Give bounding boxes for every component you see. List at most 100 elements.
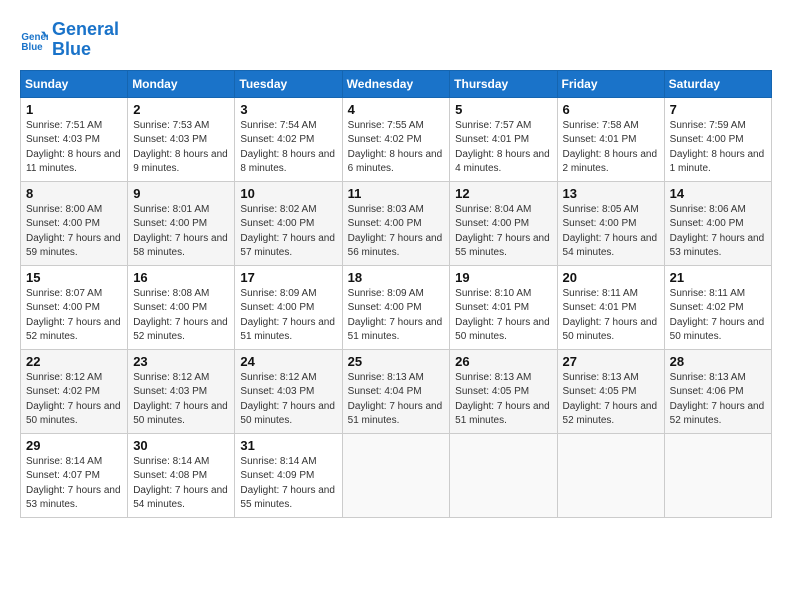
calendar-week-row: 8 Sunrise: 8:00 AMSunset: 4:00 PMDaylight… — [21, 181, 772, 265]
day-detail: Sunrise: 8:09 AMSunset: 4:00 PMDaylight:… — [240, 287, 336, 345]
day-detail: Sunrise: 8:13 AMSunset: 4:05 PMDaylight:… — [563, 371, 659, 429]
calendar-cell: 18Sunrise: 8:09 AMSunset: 4:00 PMDayligh… — [342, 265, 450, 349]
calendar-cell: 17 Sunrise: 8:09 AMSunset: 4:00 PMDayligh… — [235, 265, 342, 349]
day-number: 10 — [240, 186, 336, 201]
day-number: 5 — [455, 102, 551, 117]
calendar-cell — [450, 433, 557, 517]
day-number: 17 — [240, 270, 336, 285]
calendar-cell: 8 Sunrise: 8:00 AMSunset: 4:00 PMDaylight… — [21, 181, 128, 265]
calendar-cell: 1 Sunrise: 7:51 AMSunset: 4:03 PMDaylight… — [21, 97, 128, 181]
calendar-cell: 31Sunrise: 8:14 AMSunset: 4:09 PMDayligh… — [235, 433, 342, 517]
day-number: 29 — [26, 438, 122, 453]
day-number: 1 — [26, 102, 122, 117]
day-number: 12 — [455, 186, 551, 201]
calendar-table: SundayMondayTuesdayWednesdayThursdayFrid… — [20, 70, 772, 518]
day-detail: Sunrise: 8:11 AMSunset: 4:02 PMDaylight:… — [670, 287, 766, 345]
day-number: 22 — [26, 354, 122, 369]
calendar-cell: 25 Sunrise: 8:13 AMSunset: 4:04 PMDayligh… — [342, 349, 450, 433]
day-header-friday: Friday — [557, 70, 664, 97]
page-header: General Blue General Blue — [20, 20, 772, 60]
day-detail: Sunrise: 7:58 AMSunset: 4:01 PMDaylight:… — [563, 119, 659, 177]
calendar-cell: 10 Sunrise: 8:02 AMSunset: 4:00 PMDayligh… — [235, 181, 342, 265]
calendar-cell: 9Sunrise: 8:01 AMSunset: 4:00 PMDaylight… — [128, 181, 235, 265]
day-detail: Sunrise: 8:07 AMSunset: 4:00 PMDaylight:… — [26, 287, 122, 345]
day-number: 9 — [133, 186, 229, 201]
calendar-cell: 4Sunrise: 7:55 AMSunset: 4:02 PMDaylight… — [342, 97, 450, 181]
calendar-cell: 14 Sunrise: 8:06 AMSunset: 4:00 PMDayligh… — [664, 181, 771, 265]
day-number: 26 — [455, 354, 551, 369]
day-detail: Sunrise: 8:13 AMSunset: 4:06 PMDaylight:… — [670, 371, 766, 429]
day-detail: Sunrise: 8:12 AMSunset: 4:02 PMDaylight:… — [26, 371, 122, 429]
day-number: 14 — [670, 186, 766, 201]
calendar-cell — [342, 433, 450, 517]
day-detail: Sunrise: 8:11 AMSunset: 4:01 PMDaylight:… — [563, 287, 659, 345]
day-detail: Sunrise: 8:06 AMSunset: 4:00 PMDaylight:… — [670, 203, 766, 261]
calendar-cell: 27 Sunrise: 8:13 AMSunset: 4:05 PMDayligh… — [557, 349, 664, 433]
day-number: 20 — [563, 270, 659, 285]
day-detail: Sunrise: 8:05 AMSunset: 4:00 PMDaylight:… — [563, 203, 659, 261]
calendar-cell: 7 Sunrise: 7:59 AMSunset: 4:00 PMDaylight… — [664, 97, 771, 181]
day-detail: Sunrise: 8:08 AMSunset: 4:00 PMDaylight:… — [133, 287, 229, 345]
calendar-cell: 19Sunrise: 8:10 AMSunset: 4:01 PMDayligh… — [450, 265, 557, 349]
calendar-cell — [557, 433, 664, 517]
svg-text:Blue: Blue — [21, 42, 43, 53]
day-detail: Sunrise: 7:59 AMSunset: 4:00 PMDaylight:… — [670, 119, 766, 177]
day-detail: Sunrise: 8:09 AMSunset: 4:00 PMDaylight:… — [348, 287, 445, 345]
calendar-week-row: 29Sunrise: 8:14 AMSunset: 4:07 PMDayligh… — [21, 433, 772, 517]
calendar-cell: 12 Sunrise: 8:04 AMSunset: 4:00 PMDayligh… — [450, 181, 557, 265]
calendar-header-row: SundayMondayTuesdayWednesdayThursdayFrid… — [21, 70, 772, 97]
day-detail: Sunrise: 8:04 AMSunset: 4:00 PMDaylight:… — [455, 203, 551, 261]
day-header-wednesday: Wednesday — [342, 70, 450, 97]
calendar-cell: 16Sunrise: 8:08 AMSunset: 4:00 PMDayligh… — [128, 265, 235, 349]
day-number: 8 — [26, 186, 122, 201]
calendar-cell: 28Sunrise: 8:13 AMSunset: 4:06 PMDayligh… — [664, 349, 771, 433]
day-number: 6 — [563, 102, 659, 117]
calendar-cell — [664, 433, 771, 517]
calendar-cell: 5Sunrise: 7:57 AMSunset: 4:01 PMDaylight… — [450, 97, 557, 181]
day-detail: Sunrise: 8:03 AMSunset: 4:00 PMDaylight:… — [348, 203, 445, 261]
calendar-cell: 6 Sunrise: 7:58 AMSunset: 4:01 PMDaylight… — [557, 97, 664, 181]
day-detail: Sunrise: 8:13 AMSunset: 4:05 PMDaylight:… — [455, 371, 551, 429]
day-header-tuesday: Tuesday — [235, 70, 342, 97]
calendar-cell: 3 Sunrise: 7:54 AMSunset: 4:02 PMDaylight… — [235, 97, 342, 181]
calendar-cell: 21 Sunrise: 8:11 AMSunset: 4:02 PMDayligh… — [664, 265, 771, 349]
day-number: 27 — [563, 354, 659, 369]
day-number: 31 — [240, 438, 336, 453]
day-header-thursday: Thursday — [450, 70, 557, 97]
calendar-cell: 29Sunrise: 8:14 AMSunset: 4:07 PMDayligh… — [21, 433, 128, 517]
logo-text: General Blue — [52, 20, 119, 60]
calendar-cell: 13 Sunrise: 8:05 AMSunset: 4:00 PMDayligh… — [557, 181, 664, 265]
day-detail: Sunrise: 8:00 AMSunset: 4:00 PMDaylight:… — [26, 203, 122, 261]
day-detail: Sunrise: 8:12 AMSunset: 4:03 PMDaylight:… — [133, 371, 229, 429]
day-number: 4 — [348, 102, 445, 117]
logo-icon: General Blue — [20, 26, 48, 54]
day-number: 3 — [240, 102, 336, 117]
calendar-cell: 22 Sunrise: 8:12 AMSunset: 4:02 PMDayligh… — [21, 349, 128, 433]
day-number: 23 — [133, 354, 229, 369]
calendar-week-row: 1 Sunrise: 7:51 AMSunset: 4:03 PMDaylight… — [21, 97, 772, 181]
day-detail: Sunrise: 7:54 AMSunset: 4:02 PMDaylight:… — [240, 119, 336, 177]
calendar-cell: 15 Sunrise: 8:07 AMSunset: 4:00 PMDayligh… — [21, 265, 128, 349]
day-detail: Sunrise: 7:51 AMSunset: 4:03 PMDaylight:… — [26, 119, 122, 177]
day-number: 15 — [26, 270, 122, 285]
calendar-cell: 26 Sunrise: 8:13 AMSunset: 4:05 PMDayligh… — [450, 349, 557, 433]
day-number: 24 — [240, 354, 336, 369]
day-header-monday: Monday — [128, 70, 235, 97]
day-header-sunday: Sunday — [21, 70, 128, 97]
day-number: 13 — [563, 186, 659, 201]
calendar-cell: 23 Sunrise: 8:12 AMSunset: 4:03 PMDayligh… — [128, 349, 235, 433]
day-number: 11 — [348, 186, 445, 201]
calendar-week-row: 22 Sunrise: 8:12 AMSunset: 4:02 PMDayligh… — [21, 349, 772, 433]
calendar-cell: 11 Sunrise: 8:03 AMSunset: 4:00 PMDayligh… — [342, 181, 450, 265]
day-number: 2 — [133, 102, 229, 117]
day-number: 19 — [455, 270, 551, 285]
day-detail: Sunrise: 8:02 AMSunset: 4:00 PMDaylight:… — [240, 203, 336, 261]
logo: General Blue General Blue — [20, 20, 119, 60]
day-detail: Sunrise: 8:13 AMSunset: 4:04 PMDaylight:… — [348, 371, 445, 429]
day-detail: Sunrise: 8:14 AMSunset: 4:08 PMDaylight:… — [133, 455, 229, 513]
day-number: 7 — [670, 102, 766, 117]
day-number: 25 — [348, 354, 445, 369]
day-number: 21 — [670, 270, 766, 285]
day-header-saturday: Saturday — [664, 70, 771, 97]
day-detail: Sunrise: 8:12 AMSunset: 4:03 PMDaylight:… — [240, 371, 336, 429]
